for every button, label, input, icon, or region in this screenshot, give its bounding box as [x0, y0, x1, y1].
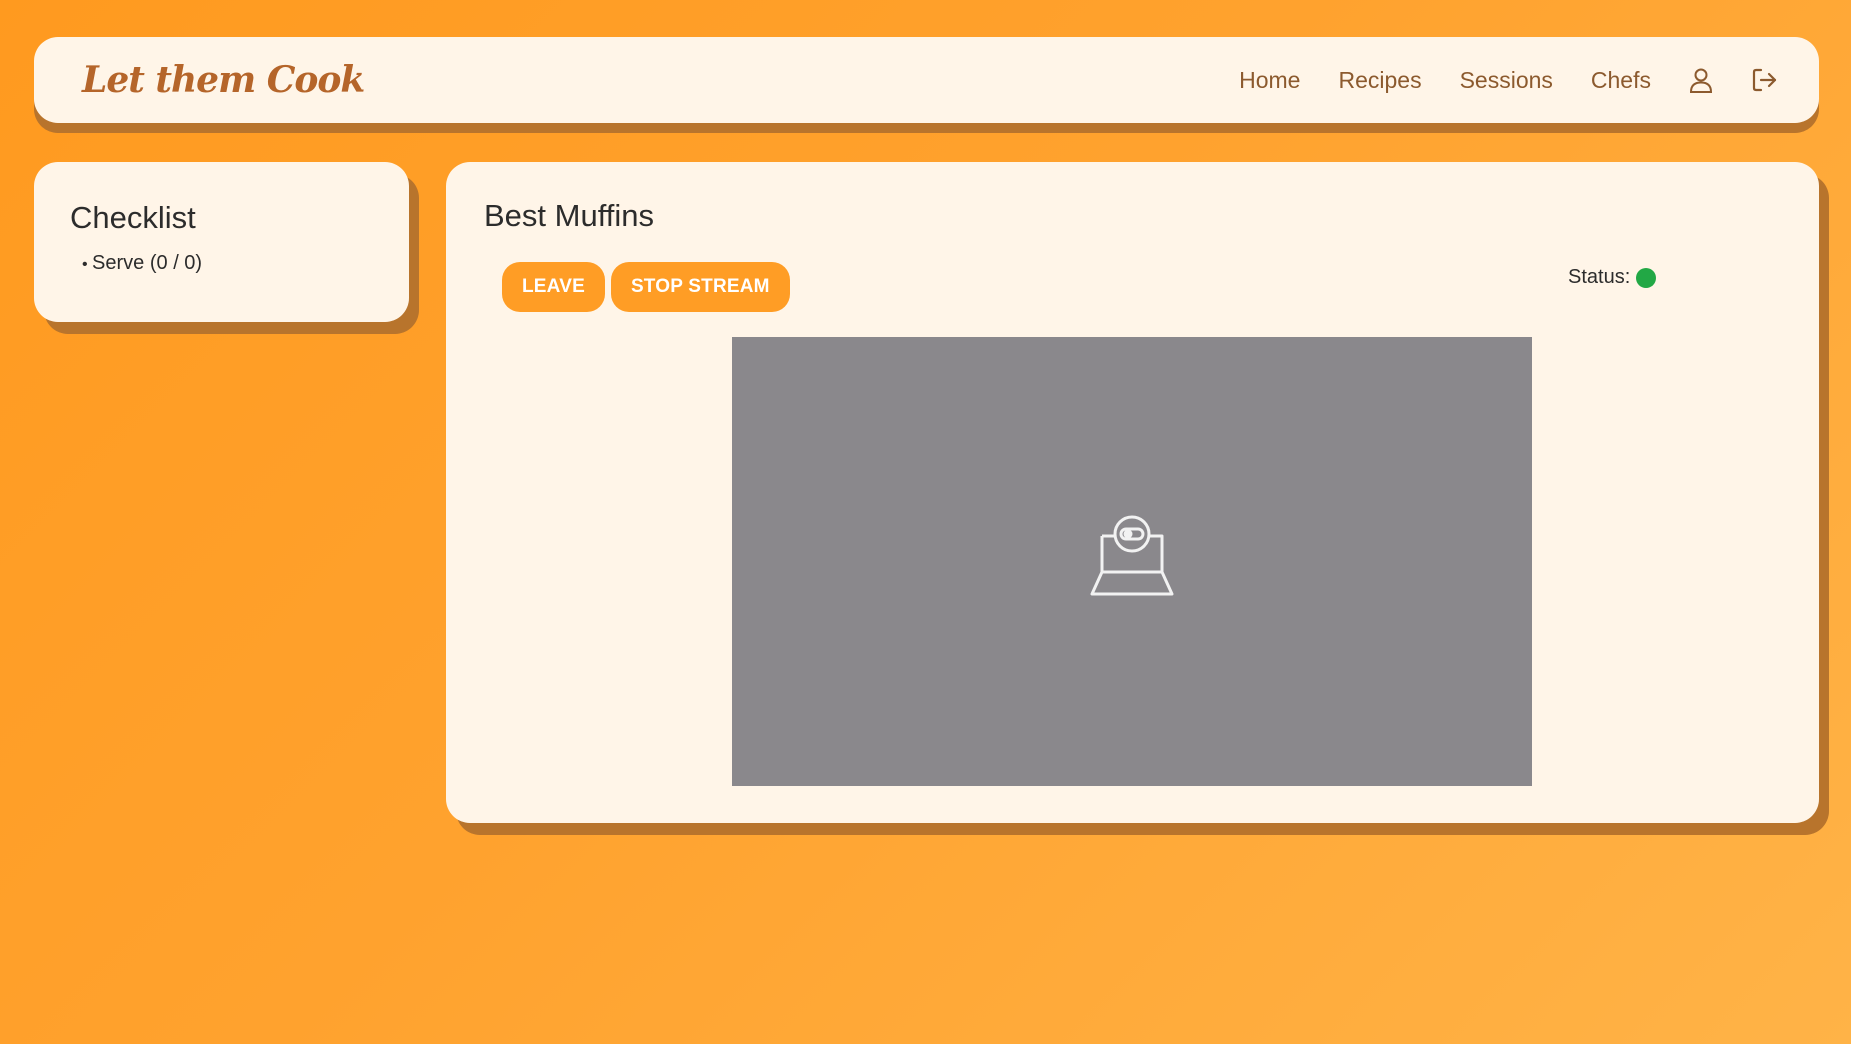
user-icon[interactable]	[1687, 66, 1715, 94]
session-controls: LEAVE STOP STREAM	[502, 262, 796, 312]
nav-links: Home Recipes Sessions Chefs	[1201, 66, 1779, 94]
checklist-title: Checklist	[70, 200, 196, 235]
session-panel: Best Muffins LEAVE STOP STREAM Status:	[446, 162, 1819, 823]
checklist-panel: Checklist Serve (0 / 0)	[34, 162, 409, 322]
logout-icon[interactable]	[1751, 66, 1779, 94]
nav-link-sessions[interactable]: Sessions	[1460, 67, 1553, 94]
status-dot	[1636, 267, 1657, 288]
checklist-item: Serve (0 / 0)	[82, 252, 373, 275]
status-label: Status:	[1568, 266, 1631, 288]
nav-link-recipes[interactable]: Recipes	[1338, 67, 1421, 94]
video-stream[interactable]	[732, 337, 1532, 786]
nav-link-chefs[interactable]: Chefs	[1591, 67, 1651, 94]
stop-stream-button[interactable]: STOP STREAM	[610, 262, 790, 312]
session-title: Best Muffins	[484, 198, 655, 233]
leave-button[interactable]: LEAVE	[502, 262, 605, 312]
navbar: Let them Cook Home Recipes Sessions Chef…	[34, 37, 1819, 123]
checklist-list: Serve (0 / 0)	[70, 252, 373, 275]
webcam-laptop-icon	[1087, 514, 1177, 609]
status-indicator: Status:	[1568, 266, 1657, 289]
nav-link-home[interactable]: Home	[1239, 67, 1300, 94]
app-logo[interactable]: Let them Cook	[82, 59, 365, 101]
